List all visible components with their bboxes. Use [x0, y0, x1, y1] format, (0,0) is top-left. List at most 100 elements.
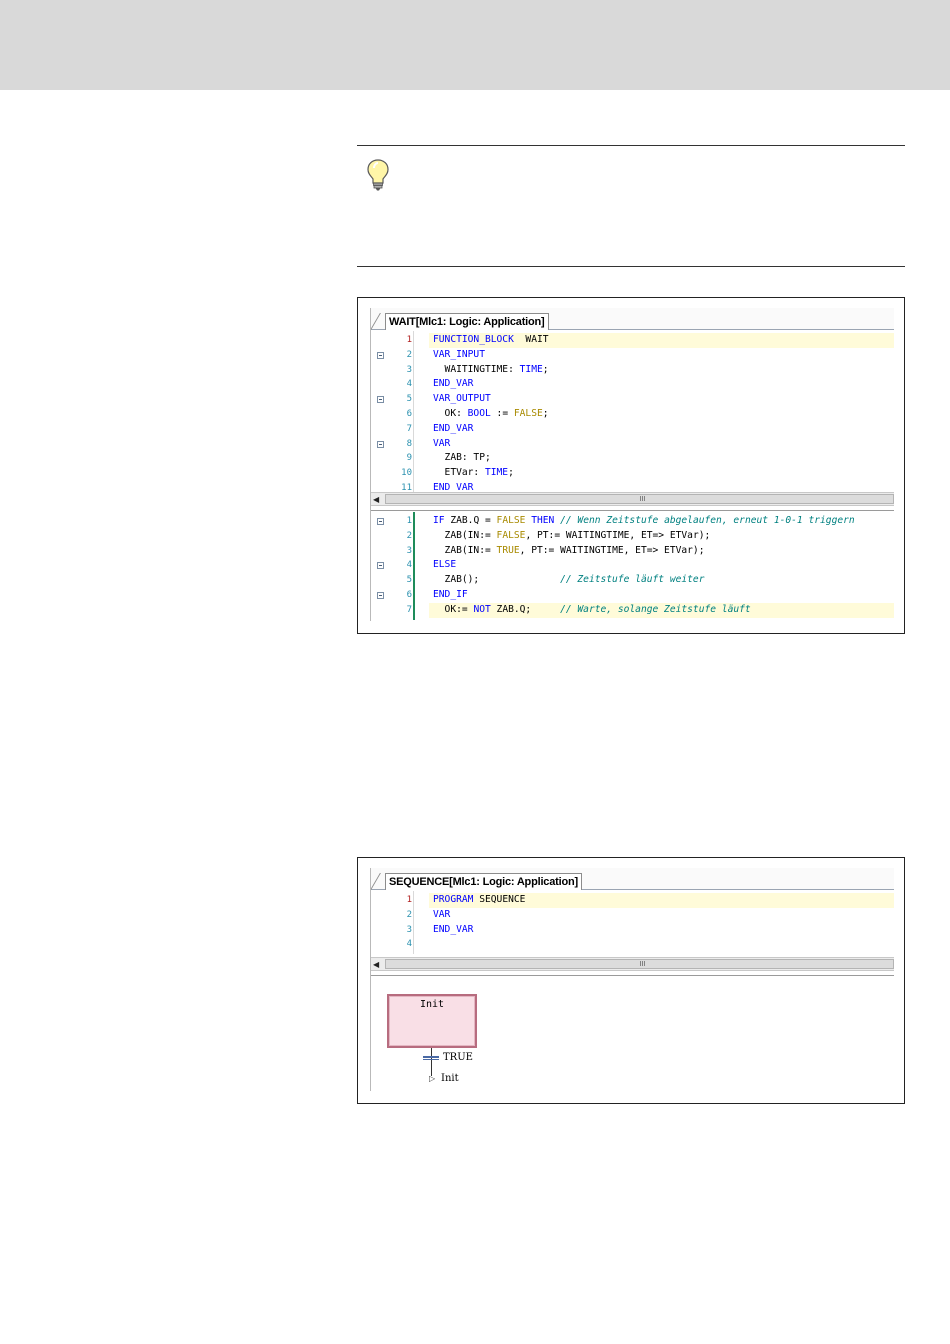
code-line[interactable]: 6 END_IF — [371, 588, 894, 603]
code-line[interactable]: 5 VAR_OUTPUT — [371, 392, 894, 407]
line-number: 5 — [406, 394, 412, 405]
line-number: 4 — [406, 379, 412, 390]
tip-box — [357, 145, 905, 267]
code-token: END_VAR — [433, 482, 474, 492]
code-token: ELSE — [433, 559, 457, 571]
code-line[interactable]: 7 END_VAR — [371, 421, 894, 437]
code-token: FALSE — [513, 408, 543, 419]
code-token: PROGRAM — [433, 894, 474, 905]
declaration-pane[interactable]: 1 FUNCTION_BLOCK WAIT 2 VAR_INPUT 3 WAITINGT… — [371, 331, 894, 492]
code-token: FALSE — [496, 529, 526, 541]
scroll-thumb[interactable]: III — [385, 959, 894, 969]
line-number: 7 — [406, 604, 412, 615]
code-token: ; — [542, 408, 549, 419]
code-token: THEN — [531, 515, 555, 526]
scroll-left-arrow-icon[interactable]: ◀ — [373, 960, 379, 969]
code-line[interactable]: 4 ELSE — [371, 558, 894, 574]
code-text: OK:= NOT ZAB.Q; // Warte, solange Zeitst… — [433, 603, 751, 618]
code-line[interactable]: 6 OK: BOOL := FALSE; — [371, 407, 894, 422]
scroll-left-arrow-icon[interactable]: ◀ — [373, 495, 379, 504]
code-line[interactable]: 9 ZAB: TP; — [371, 451, 894, 467]
implementation-pane[interactable]: 1 IF ZAB.Q = FALSE THEN // Wenn Zeitstufe… — [371, 512, 894, 621]
code-token: // Warte, solange Zeitstufe läuft — [560, 603, 751, 615]
line-number: 6 — [406, 409, 412, 419]
code-token: OK: — [433, 408, 468, 419]
code-line[interactable]: 2 VAR — [371, 907, 894, 923]
code-token: VAR_OUTPUT — [433, 393, 491, 405]
line-number: 1 — [406, 895, 412, 905]
collapse-icon[interactable] — [377, 396, 384, 404]
code-text: END_VAR — [433, 481, 473, 492]
declaration-pane[interactable]: 1 PROGRAM SEQUENCE 2 VAR 3 END_VAR 4 — [371, 891, 894, 957]
code-token: VAR — [433, 908, 451, 920]
code-token: ETVar: — [433, 467, 485, 479]
code-token: TIME — [519, 363, 543, 375]
code-text: VAR — [433, 437, 450, 452]
sfc-step-init[interactable]: Init — [387, 994, 477, 1048]
code-text: END_VAR — [433, 377, 473, 392]
code-line[interactable]: 5 ZAB(); // Zeitstufe läuft weiter — [371, 573, 894, 588]
code-line[interactable]: 7 OK:= NOT ZAB.Q; // Warte, solange Zeit… — [371, 602, 894, 618]
code-token: ZAB(IN:= — [433, 529, 497, 541]
code-token: VAR_INPUT — [433, 348, 485, 360]
code-token: FUNCTION_BLOCK — [433, 334, 514, 345]
collapse-icon[interactable] — [377, 518, 384, 525]
code-line[interactable]: 11 END_VAR — [371, 481, 894, 492]
tab-sequence[interactable]: SEQUENCE[Mlc1: Logic: Application] — [385, 873, 582, 890]
code-text: IF ZAB.Q = FALSE THEN // Wenn Zeitstufe … — [433, 514, 855, 529]
line-number: 1 — [406, 335, 412, 345]
code-line[interactable]: 2 ZAB(IN:= FALSE, PT:= WAITINGTIME, ET=>… — [371, 528, 894, 544]
editor-tab-bar: WAIT[Mlc1: Logic: Application] — [371, 308, 894, 330]
code-line[interactable]: 1 IF ZAB.Q = FALSE THEN // Wenn Zeitstufe… — [371, 514, 894, 529]
line-number: 2 — [406, 349, 412, 360]
line-number: 3 — [406, 545, 412, 556]
code-token: ; — [508, 467, 514, 479]
sfc-transition-bar[interactable] — [423, 1056, 439, 1058]
sfc-canvas[interactable]: Init TRUE ▷ Init — [371, 978, 894, 1091]
collapse-icon[interactable] — [377, 592, 384, 599]
code-line[interactable]: 4 — [371, 937, 894, 953]
declaration-hscrollbar[interactable]: ◀ III — [371, 957, 894, 971]
code-text: VAR — [433, 908, 450, 923]
code-line[interactable]: 1 PROGRAM SEQUENCE — [371, 893, 894, 908]
line-number: 3 — [406, 364, 412, 375]
line-number: 2 — [406, 530, 412, 541]
line-number: 11 — [401, 483, 412, 492]
code-token: VAR — [433, 437, 451, 449]
pane-splitter[interactable] — [371, 510, 894, 511]
scroll-grip: III — [639, 961, 646, 968]
code-token: END_VAR — [433, 378, 474, 390]
code-line[interactable]: 3 ZAB(IN:= TRUE, PT:= WAITINGTIME, ET=> … — [371, 543, 894, 559]
line-number: 2 — [406, 909, 412, 920]
line-number: 10 — [401, 468, 412, 479]
line-number: 3 — [406, 924, 412, 935]
declaration-hscrollbar[interactable]: ◀ III — [371, 492, 894, 506]
collapse-icon[interactable] — [377, 440, 384, 448]
tab-wait[interactable]: WAIT[Mlc1: Logic: Application] — [385, 313, 549, 330]
code-text: END_IF — [433, 588, 468, 603]
code-token: := — [490, 408, 514, 419]
code-token: ZAB(); — [433, 574, 561, 586]
code-line[interactable]: 3 END_VAR — [371, 922, 894, 938]
wait-editor-window: WAIT[Mlc1: Logic: Application] 1 FUNCTION… — [370, 308, 894, 621]
code-text: END_VAR — [433, 923, 473, 938]
code-text: VAR_INPUT — [433, 348, 485, 363]
code-token: , PT:= WAITINGTIME, ET=> ETVar); — [519, 544, 705, 556]
sfc-step-label: Init — [419, 999, 445, 1010]
code-line[interactable]: 4 END_VAR — [371, 377, 894, 393]
collapse-icon[interactable] — [377, 351, 384, 359]
code-text: ZAB(IN:= TRUE, PT:= WAITINGTIME, ET=> ET… — [433, 544, 705, 559]
sequence-editor-figure: SEQUENCE[Mlc1: Logic: Application] 1 PROG… — [357, 857, 905, 1104]
code-token: ZAB.Q; — [490, 603, 561, 615]
pane-splitter[interactable] — [371, 975, 894, 976]
code-line[interactable]: 10 ETVar: TIME; — [371, 466, 894, 481]
code-line[interactable]: 3 WAITINGTIME: TIME; — [371, 362, 894, 378]
line-number: 5 — [406, 575, 412, 586]
scroll-thumb[interactable]: III — [385, 494, 894, 504]
code-token: IF — [433, 515, 445, 526]
code-line[interactable]: 1 FUNCTION_BLOCK WAIT — [371, 333, 894, 348]
code-line[interactable]: 2 VAR_INPUT — [371, 347, 894, 363]
collapse-icon[interactable] — [377, 562, 384, 570]
code-line[interactable]: 8 VAR — [371, 436, 894, 452]
page-header-band — [0, 0, 950, 90]
